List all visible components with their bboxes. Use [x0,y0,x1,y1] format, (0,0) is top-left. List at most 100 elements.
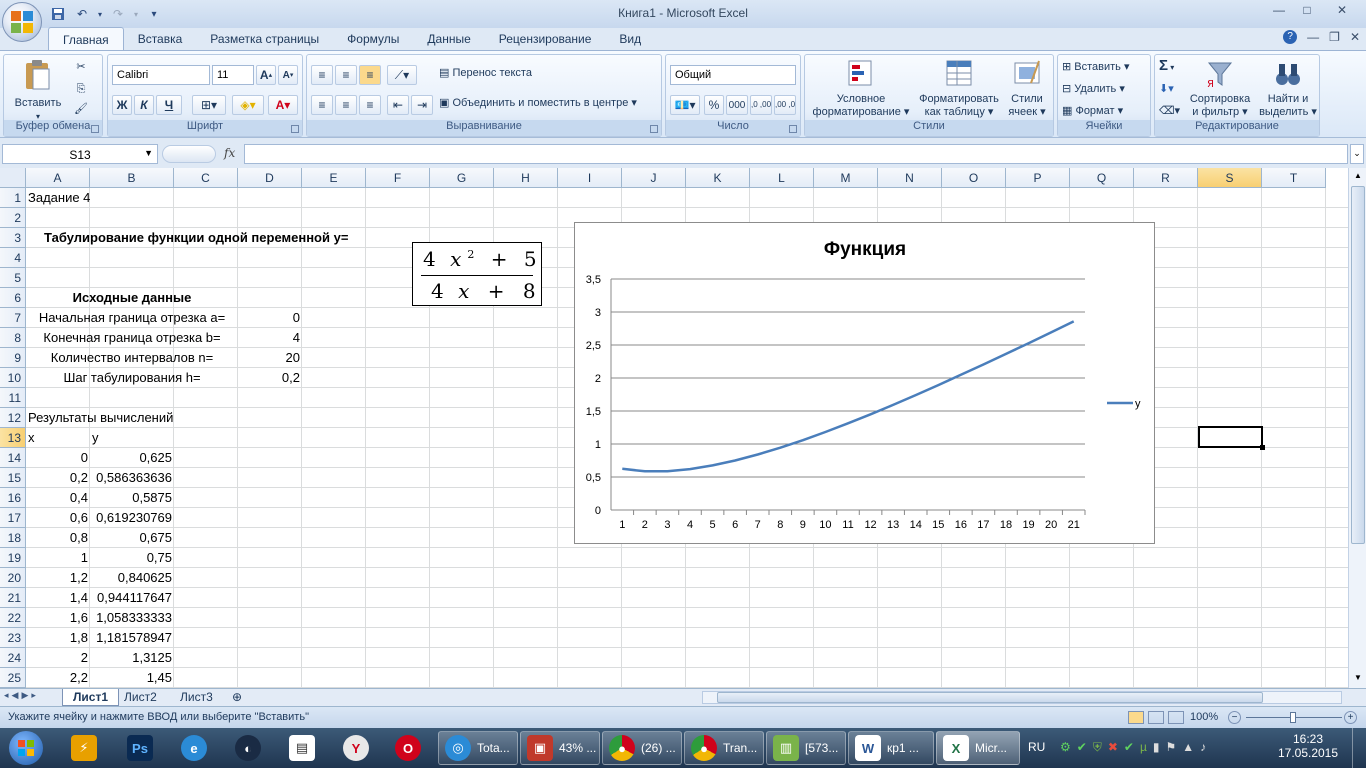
pinned-app-media[interactable]: ◐ [226,731,270,765]
row-header-5[interactable]: 5 [0,268,26,288]
show-desktop-button[interactable] [1352,728,1366,768]
cell-d10[interactable]: 0,2 [238,368,300,388]
row-header-10[interactable]: 10 [0,368,26,388]
cell-d8[interactable]: 4 [238,328,300,348]
row-header-21[interactable]: 21 [0,588,26,608]
cell-y-value[interactable]: 0,625 [90,448,172,468]
row-header-13[interactable]: 13 [0,428,26,448]
conditional-formatting-button[interactable]: Условное форматирование ▾ [809,59,913,119]
align-bottom-icon[interactable]: ≡ [359,65,381,85]
cell-y-value[interactable]: 0,5875 [90,488,172,508]
decrease-decimal-button[interactable]: ,00 ,0 [774,95,796,115]
format-cells-button[interactable]: ▦ Формат ▾ [1062,105,1123,118]
tray-shield-icon[interactable]: ⛨ [1093,740,1102,755]
close-icon[interactable]: ✕ [1322,0,1362,20]
row-header-18[interactable]: 18 [0,528,26,548]
minimize-icon[interactable]: — [1266,0,1292,20]
clock[interactable]: 16:23 17.05.2015 [1270,732,1346,760]
cell-x-value[interactable]: 0,2 [26,468,88,488]
task-chrome-2[interactable]: ● Tran... [684,731,764,765]
sheet-tab-2[interactable]: Лист2 [114,689,167,706]
cell-y-value[interactable]: 0,586363636 [90,468,172,488]
vertical-scrollbar[interactable]: ▲ ▼ [1348,168,1366,688]
zoom-out-icon[interactable]: − [1228,711,1241,724]
insert-cells-button[interactable]: ⊞ Вставить ▾ [1062,61,1130,74]
row-header-25[interactable]: 25 [0,668,26,688]
column-header-n[interactable]: N [878,168,942,188]
fill-color-icon[interactable]: ◈▾ [232,95,264,115]
pinned-app-winamp[interactable]: ⚡ [62,731,106,765]
cell-x-value[interactable]: 0,6 [26,508,88,528]
formula-image[interactable]: 4 x2 + 5 4 x + 8 [412,242,542,306]
decrease-indent-icon[interactable]: ⇤ [387,95,409,115]
thousands-button[interactable]: 000 [726,95,748,115]
row-header-24[interactable]: 24 [0,648,26,668]
cell-x-value[interactable]: 2 [26,648,88,668]
italic-button[interactable]: К [134,95,154,115]
column-header-a[interactable]: A [26,168,90,188]
cell-x-value[interactable]: 0,4 [26,488,88,508]
tray-wifi-icon[interactable]: ▲ [1182,740,1194,755]
cell-y-value[interactable]: 0,619230769 [90,508,172,528]
maximize-icon[interactable]: □ [1294,0,1320,20]
selected-cell-s13[interactable] [1198,426,1265,450]
cell-x-value[interactable]: 2,2 [26,668,88,688]
cell-y-value[interactable]: 1,058333333 [90,608,172,628]
row-header-20[interactable]: 20 [0,568,26,588]
align-left-icon[interactable]: ≡ [311,95,333,115]
cell-d9[interactable]: 20 [238,348,300,368]
column-header-s[interactable]: S [1198,168,1262,188]
find-select-button[interactable]: Найти и выделить ▾ [1257,59,1319,119]
cell-x-value[interactable]: 1 [26,548,88,568]
tab-page-layout[interactable]: Разметка страницы [196,27,333,51]
row-header-15[interactable]: 15 [0,468,26,488]
tab-review[interactable]: Рецензирование [485,27,606,51]
name-box-dropdown-icon[interactable]: ▼ [144,148,153,158]
tray-antivirus-icon[interactable]: ✖ [1108,740,1118,755]
row-header-11[interactable]: 11 [0,388,26,408]
language-indicator[interactable]: RU [1028,740,1045,754]
zoom-slider[interactable]: − + [1228,711,1358,725]
tab-formulas[interactable]: Формулы [333,27,413,51]
chart[interactable]: Функция 0 0,5 1 1,5 2 2,5 3 3,5 1 2 3 4 5 6 7 8 9 10 11 12 13… [574,222,1155,544]
currency-icon[interactable]: 💶▾ [670,95,700,115]
tab-home[interactable]: Главная [48,27,124,51]
pinned-app-yandex[interactable]: Y [334,731,378,765]
column-header-g[interactable]: G [430,168,494,188]
insert-sheet-icon[interactable]: ⊕ [226,689,248,706]
delete-cells-button[interactable]: ⊟ Удалить ▾ [1062,83,1125,96]
shrink-font-icon[interactable]: A ▾ [278,65,298,85]
font-color-icon[interactable]: A▾ [268,95,298,115]
row-header-16[interactable]: 16 [0,488,26,508]
formula-input[interactable] [244,144,1348,164]
column-header-d[interactable]: D [238,168,302,188]
cell-y-value[interactable]: 0,944117647 [90,588,172,608]
name-box[interactable]: S13 ▼ [2,144,158,164]
column-header-l[interactable]: L [750,168,814,188]
align-top-icon[interactable]: ≡ [311,65,333,85]
zoom-level[interactable]: 100% [1190,711,1218,723]
column-header-e[interactable]: E [302,168,366,188]
worksheet[interactable]: ABCDEFGHIJKLMNOPQRST 1 2 3 4 5 6 7 8 9 10 11 12 13 14… [0,168,1348,688]
cell-d7[interactable]: 0 [238,308,300,328]
column-header-h[interactable]: H [494,168,558,188]
row-header-17[interactable]: 17 [0,508,26,528]
copy-icon[interactable]: ⎘ [72,83,90,96]
dialog-launcher-icon[interactable] [291,125,299,133]
task-totalcmd[interactable]: ◎ Tota... [438,731,518,765]
cell-y-value[interactable]: 0,840625 [90,568,172,588]
underline-button[interactable]: Ч [156,95,182,115]
number-format-select[interactable]: Общий [670,65,796,85]
select-all-corner[interactable] [0,168,26,188]
cell-y-value[interactable]: 0,675 [90,528,172,548]
zoom-thumb[interactable] [1290,712,1296,723]
cell-a1[interactable]: Задание 4 [28,188,90,208]
pinned-app-photoshop[interactable]: Ps [118,731,162,765]
cell-y-value[interactable]: 1,181578947 [90,628,172,648]
expand-formula-icon[interactable]: ⌄ [1350,144,1364,164]
fill-icon[interactable]: ⬇▾ [1159,83,1174,96]
task-download[interactable]: ▣ 43% ... [520,731,600,765]
workbook-minimize-icon[interactable]: — [1307,30,1319,44]
pinned-app-notepad[interactable]: ▤ [280,731,324,765]
column-header-m[interactable]: M [814,168,878,188]
